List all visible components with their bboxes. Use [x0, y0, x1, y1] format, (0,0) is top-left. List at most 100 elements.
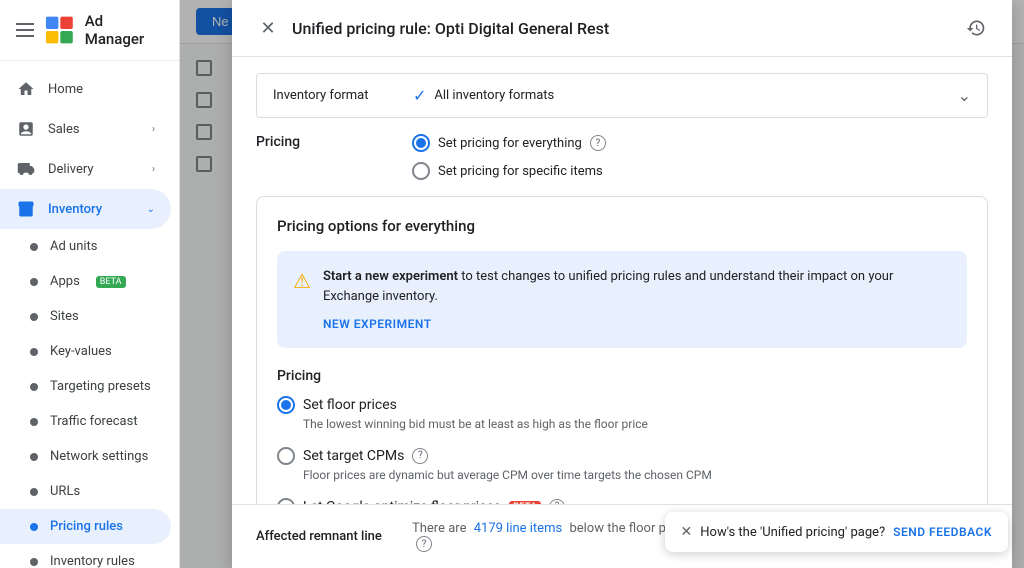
sidebar-item-ad-units[interactable]: Ad units [0, 229, 171, 264]
sidebar-item-label: Network settings [50, 449, 148, 464]
logo [44, 14, 75, 46]
experiment-bold: Start a new experiment [323, 269, 458, 284]
target-cpms-label: Set target CPMs [303, 448, 404, 464]
radio-unselected-icon [412, 162, 430, 180]
radio-unselected-icon [277, 447, 295, 465]
sidebar-item-label: Targeting presets [50, 379, 151, 394]
sidebar-item-targeting-presets[interactable]: Targeting presets [0, 369, 171, 404]
dot-icon [30, 243, 38, 251]
chevron-right-icon: › [152, 124, 155, 135]
sidebar-item-sites[interactable]: Sites [0, 299, 171, 334]
home-icon [16, 79, 36, 99]
target-cpms-row[interactable]: Set target CPMs ? [277, 447, 967, 465]
experiment-content: Start a new experiment to test changes t… [323, 267, 951, 332]
pricing-section-label: Pricing [256, 134, 396, 180]
dot-icon [30, 558, 38, 566]
sidebar-item-key-values[interactable]: Key-values [0, 334, 171, 369]
dot-icon [30, 488, 38, 496]
floor-prices-desc: The lowest winning bid must be at least … [303, 416, 967, 433]
target-cpms-desc: Floor prices are dynamic but average CPM… [303, 467, 967, 484]
dialog-header: ✕ Unified pricing rule: Opti Digital Gen… [232, 0, 1012, 57]
dot-icon [30, 278, 38, 286]
sidebar-item-label: Pricing rules [50, 519, 123, 534]
delivery-icon [16, 159, 36, 179]
radio-selected-icon [412, 134, 430, 152]
sidebar-item-apps[interactable]: Apps BETA [0, 264, 171, 299]
sidebar-item-delivery[interactable]: Delivery › [0, 149, 171, 189]
inventory-icon [16, 199, 36, 219]
sidebar-item-label: URLs [50, 484, 80, 499]
chevron-right-icon: › [152, 164, 155, 175]
radio-set-items[interactable]: Set pricing for specific items [412, 162, 606, 180]
feedback-toast: ✕ How's the 'Unified pricing' page? SEND… [665, 512, 1008, 552]
floor-prices-label: Set floor prices [303, 397, 397, 413]
sidebar-item-inventory-rules[interactable]: Inventory rules [0, 544, 171, 568]
chevron-down-icon[interactable]: ⌄ [958, 86, 971, 105]
floor-prices-item: Set floor prices The lowest winning bid … [277, 396, 967, 433]
dot-icon [30, 313, 38, 321]
dialog: ✕ Unified pricing rule: Opti Digital Gen… [232, 0, 1012, 568]
sidebar-item-pricing-rules[interactable]: Pricing rules [0, 509, 171, 544]
inventory-format-text: All inventory formats [434, 88, 554, 103]
sidebar-item-label: Inventory [48, 202, 102, 217]
help-icon[interactable]: ? [412, 448, 428, 464]
sidebar-header: Ad Manager [0, 0, 179, 61]
sales-icon [16, 119, 36, 139]
footer-line-items-link[interactable]: 4179 line items [474, 521, 563, 536]
dot-icon [30, 383, 38, 391]
radio-label: Set pricing for everything [438, 136, 582, 151]
inventory-format-label: Inventory format [273, 88, 413, 103]
sidebar-item-network-settings[interactable]: Network settings [0, 439, 171, 474]
sidebar-item-label: Key-values [50, 344, 112, 359]
radio-selected-icon [277, 396, 295, 414]
sidebar-item-label: Ad units [50, 239, 98, 254]
sidebar-item-traffic-forecast[interactable]: Traffic forecast [0, 404, 171, 439]
footer-section-label: Affected remnant line [256, 529, 396, 544]
pricing-options-box: Pricing options for everything ⚠ Start a… [256, 196, 988, 504]
pricing-radio-group: Set pricing for everything ? Set pricing… [412, 134, 606, 180]
sidebar-item-label: Traffic forecast [50, 414, 138, 429]
app-name: Ad Manager [85, 12, 163, 48]
help-icon[interactable]: ? [416, 536, 432, 552]
sidebar-nav: Home Sales › Delivery › Inventory ⌄ Ad u… [0, 61, 179, 568]
sidebar-item-label: Sales [48, 122, 80, 137]
history-icon[interactable] [964, 16, 988, 40]
toast-close-button[interactable]: ✕ [681, 524, 693, 540]
sidebar-item-urls[interactable]: URLs [0, 474, 171, 509]
new-experiment-link[interactable]: NEW EXPERIMENT [323, 317, 432, 331]
sidebar-item-home[interactable]: Home [0, 69, 171, 109]
dot-icon [30, 523, 38, 531]
dot-icon [30, 453, 38, 461]
sidebar-item-label: Delivery [48, 162, 94, 177]
pricing-section: Pricing Set pricing for everything ? Set… [256, 134, 988, 180]
pricing-sub-title: Pricing [277, 368, 967, 384]
close-button[interactable]: ✕ [256, 16, 280, 40]
pricing-options-title: Pricing options for everything [277, 217, 967, 235]
content-area: Ne ⊟ ✕ Unified pricing rule: Opti Digita… [180, 0, 1024, 568]
floor-prices-row[interactable]: Set floor prices [277, 396, 967, 414]
send-feedback-link[interactable]: SEND FEEDBACK [893, 525, 992, 539]
sidebar-item-inventory[interactable]: Inventory ⌄ [0, 189, 171, 229]
experiment-text: Start a new experiment to test changes t… [323, 267, 951, 306]
sidebar-item-label: Home [48, 82, 83, 97]
inventory-format-value: ✓ All inventory formats [413, 86, 958, 105]
experiment-banner: ⚠ Start a new experiment to test changes… [277, 251, 967, 348]
toast-text: How's the 'Unified pricing' page? [700, 525, 885, 540]
chevron-down-icon: ⌄ [147, 204, 155, 215]
help-icon[interactable]: ? [590, 135, 606, 151]
sidebar: Ad Manager Home Sales › Delivery › [0, 0, 180, 568]
dialog-body: Inventory format ✓ All inventory formats… [232, 57, 1012, 504]
main-area: Ne ⊟ ✕ Unified pricing rule: Opti Digita… [180, 0, 1024, 568]
check-icon: ✓ [413, 86, 426, 105]
radio-label: Set pricing for specific items [438, 164, 603, 179]
beta-badge: BETA [96, 276, 126, 288]
dialog-title: Unified pricing rule: Opti Digital Gener… [292, 19, 952, 38]
sidebar-item-sales[interactable]: Sales › [0, 109, 171, 149]
dialog-overlay: ✕ Unified pricing rule: Opti Digital Gen… [180, 0, 1024, 568]
warning-icon: ⚠ [293, 269, 311, 332]
dot-icon [30, 418, 38, 426]
hamburger-icon[interactable] [16, 23, 34, 37]
radio-set-everything[interactable]: Set pricing for everything ? [412, 134, 606, 152]
sidebar-item-label: Sites [50, 309, 79, 324]
sidebar-item-label: Apps [50, 274, 80, 289]
